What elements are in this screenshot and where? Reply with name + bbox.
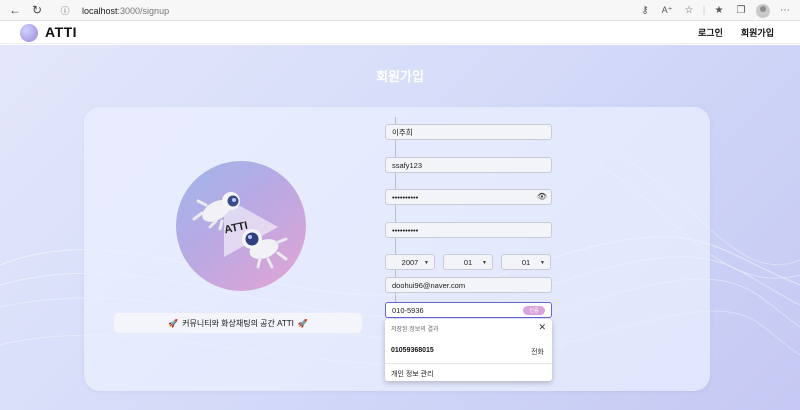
user-id-value: ssafy123	[392, 160, 423, 170]
browser-toolbar: ← ↻ ⓘ localhost:3000/signup ⚷ A⁺ ☆ | ★ ❐…	[0, 0, 800, 21]
chevron-down-icon: ▼	[424, 260, 429, 266]
eye-icon[interactable]: 👁	[537, 192, 547, 201]
caption-text: 커뮤니티와 화상채팅의 공간 ATTI	[182, 318, 294, 328]
name-field[interactable]: 이주희	[385, 124, 552, 140]
favorite-star-icon[interactable]: ☆	[678, 0, 700, 21]
manage-personal-info-link[interactable]: 개인 정보 관리	[391, 369, 434, 379]
email-value: doohui96@naver.com	[392, 280, 466, 290]
nav-login[interactable]: 로그인	[698, 26, 723, 39]
site-info-icon[interactable]: ⓘ	[58, 4, 72, 18]
favorites-icon[interactable]: ★	[708, 0, 730, 21]
name-value: 이주희	[392, 127, 413, 137]
main-area: 회원가입 ATTI 🚀 커뮤니티와 화상채팅의 공간 ATTI 🚀 이주희 ss…	[0, 45, 800, 410]
autofill-header: 저장된 정보의 결과	[391, 327, 439, 333]
autofill-suggestion-type: 전화	[531, 349, 544, 356]
back-icon[interactable]: ←	[4, 0, 26, 21]
url-path: :3000/signup	[117, 5, 170, 16]
password-confirm-field[interactable]: ••••••••••	[385, 222, 552, 238]
logo-icon[interactable]	[20, 24, 38, 42]
phone-confirm-button[interactable]: 인증	[523, 306, 545, 315]
birth-year-value: 2007	[401, 257, 419, 267]
divider-icon: |	[702, 5, 706, 16]
chevron-down-icon: ▼	[540, 260, 545, 266]
chevron-down-icon: ▼	[482, 260, 487, 266]
birth-day-value: 01	[521, 257, 531, 267]
collections-icon[interactable]: ❐	[730, 0, 752, 21]
logo-text[interactable]: ATTI	[45, 24, 77, 40]
nav-signup[interactable]: 회원가입	[741, 26, 774, 39]
birth-month-select[interactable]: 01 ▼	[443, 254, 493, 270]
key-icon[interactable]: ⚷	[634, 0, 656, 21]
astronaut-illustration: ATTI	[176, 161, 306, 291]
more-menu-icon[interactable]: ⋯	[774, 0, 796, 21]
password-confirm-value: ••••••••••	[392, 225, 419, 235]
password-field[interactable]: •••••••••• 👁	[385, 189, 552, 205]
rocket-icon: 🚀	[168, 318, 179, 328]
rocket-icon: 🚀	[297, 318, 308, 328]
close-icon[interactable]: ✕	[538, 322, 546, 333]
browser-actions: ⚷ A⁺ ☆ | ★ ❐ ⋯	[634, 0, 796, 21]
user-id-field[interactable]: ssafy123	[385, 157, 552, 173]
email-field[interactable]: doohui96@naver.com	[385, 277, 552, 293]
autofill-dropdown: 저장된 정보의 결과 ✕ 01059368015 전화 개인 정보 관리	[385, 319, 552, 381]
phone-field[interactable]: 010-5936 인증	[385, 302, 552, 318]
url-host: localhost	[82, 5, 118, 16]
phone-value: 010-5936	[392, 305, 424, 315]
birth-month-value: 01	[463, 257, 473, 267]
profile-avatar[interactable]	[752, 0, 774, 21]
caption-box: 🚀 커뮤니티와 화상채팅의 공간 ATTI 🚀	[114, 313, 362, 333]
birth-day-select[interactable]: 01 ▼	[501, 254, 551, 270]
birth-year-select[interactable]: 2007 ▼	[385, 254, 435, 270]
autofill-divider	[385, 363, 552, 364]
page-title: 회원가입	[376, 69, 424, 84]
autofill-suggestion[interactable]: 01059368015	[391, 347, 434, 354]
read-aloud-icon[interactable]: A⁺	[656, 0, 678, 21]
app-header: ATTI 로그인 회원가입	[0, 21, 800, 44]
reload-icon[interactable]: ↻	[26, 0, 48, 21]
address-bar[interactable]: ⓘ localhost:3000/signup	[58, 2, 638, 19]
password-value: ••••••••••	[392, 192, 419, 202]
top-nav: 로그인 회원가입	[698, 26, 774, 39]
